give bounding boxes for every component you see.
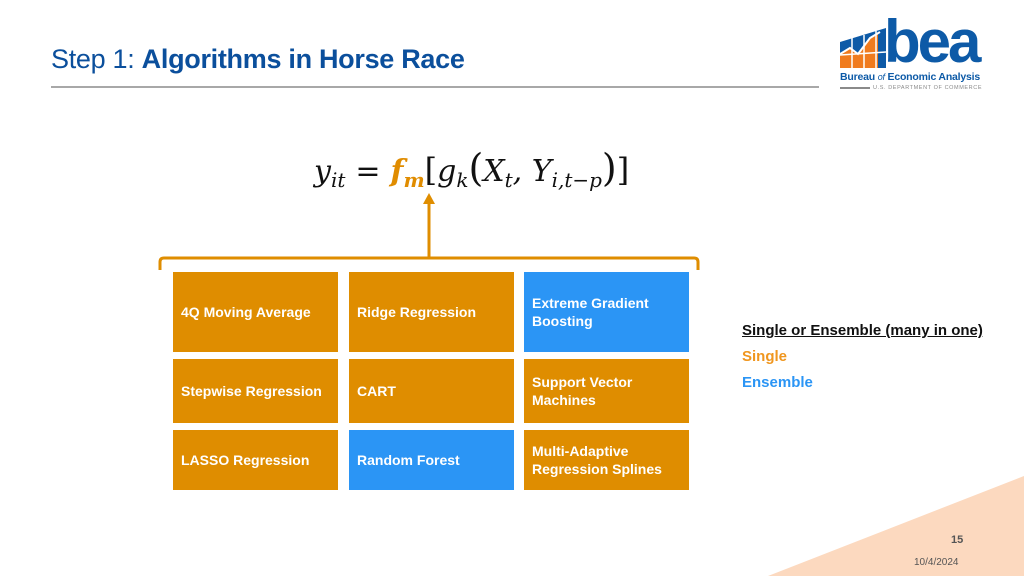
model-formula: yit = fm[gk(Xt, Yi,t−p)] [314, 146, 630, 192]
algorithm-box: Multi-Adaptive Regression Splines [524, 430, 689, 490]
formula-f-highlight: fm [390, 154, 425, 192]
algorithm-label: Stepwise Regression [181, 383, 322, 399]
chart-logo-icon [840, 28, 886, 68]
algorithm-label: Ridge Regression [357, 304, 477, 320]
algorithm-box: Stepwise Regression [173, 359, 338, 423]
slide-date: 10/4/2024 [914, 557, 959, 568]
logo-agency-name: Bureau of Economic Analysis [840, 71, 981, 83]
page-title: Step 1: Algorithms in Horse Race [51, 44, 465, 75]
algorithm-box: LASSO Regression [173, 430, 338, 490]
logo-department: U.S. DEPARTMENT OF COMMERCE [840, 85, 982, 91]
algorithm-label: Random Forest [357, 452, 460, 468]
algorithm-label: LASSO Regression [181, 452, 310, 468]
algorithm-box: Support Vector Machines [524, 359, 689, 423]
corner-triangle [768, 476, 1024, 576]
legend-single: Single [742, 348, 788, 365]
bracket [158, 256, 700, 270]
legend: Single or Ensemble (many in one) Single … [742, 322, 983, 400]
algorithm-box: Ridge Regression [349, 272, 514, 352]
page-number: 15 [951, 534, 964, 546]
bea-logo: bea Bureau of Economic Analysis U.S. DEP… [840, 12, 982, 92]
algorithm-box: CART [349, 359, 514, 423]
algorithm-label: Multi-Adaptive Regression Splines [532, 443, 662, 477]
algorithm-box: 4Q Moving Average [173, 272, 338, 352]
algorithm-box: Random Forest [349, 430, 514, 490]
algorithm-label: CART [357, 383, 396, 399]
legend-ensemble: Ensemble [742, 374, 813, 391]
algorithm-label: 4Q Moving Average [181, 304, 311, 320]
legend-header: Single or Ensemble (many in one) [742, 322, 983, 339]
title-main: Algorithms in Horse Race [141, 44, 465, 74]
algorithm-label: Support Vector Machines [532, 374, 633, 408]
algorithm-label: Extreme Gradient Boosting [532, 295, 649, 329]
algorithm-box: Extreme Gradient Boosting [524, 272, 689, 352]
title-divider [51, 86, 819, 88]
title-prefix: Step 1: [51, 44, 142, 74]
logo-wordmark: bea [884, 8, 981, 75]
